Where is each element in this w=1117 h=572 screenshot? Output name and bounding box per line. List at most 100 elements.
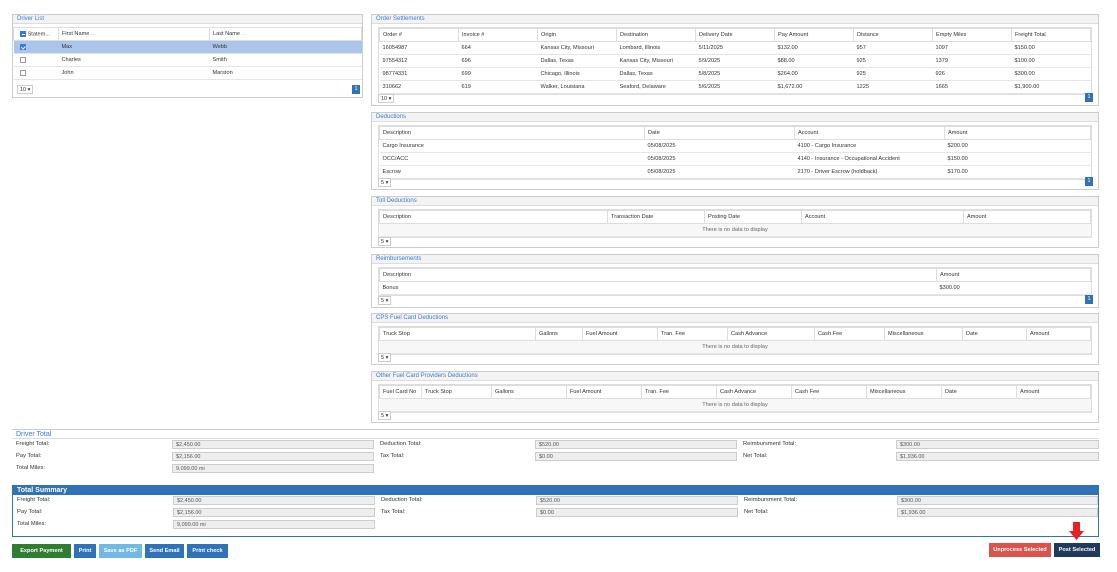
- page-button[interactable]: 1: [1085, 295, 1093, 304]
- page-size-select[interactable]: 5 ▾: [378, 237, 392, 246]
- table-row[interactable]: Escrow 05/08/2025 2170 - Driver Escrow (ho…: [379, 165, 1091, 179]
- column-header[interactable]: Truck Stop: [379, 327, 536, 341]
- page-size-value: 10: [20, 87, 27, 93]
- send-email-button[interactable]: Send Email: [145, 544, 184, 558]
- column-header[interactable]: Invoice #: [458, 28, 538, 42]
- column-header[interactable]: Amount: [1026, 327, 1091, 341]
- print-check-button[interactable]: Print check: [187, 544, 228, 558]
- column-header[interactable]: Description: [379, 126, 645, 140]
- table-row[interactable]: 98774331 699 Chicago, Illinois Dallas, Texa…: [379, 67, 1091, 81]
- column-header[interactable]: Tran. Fee: [641, 385, 717, 399]
- deductions-title: Deductions: [372, 113, 1098, 122]
- table-row[interactable]: OCC/ACC 05/08/2025 4140 - Insurance - Occu…: [379, 152, 1091, 166]
- table-row[interactable]: 97554312 696 Dallas, Texas Kansas City, Mis…: [379, 54, 1091, 68]
- export-payment-list-button[interactable]: Export Payment List: [12, 544, 71, 568]
- page-button[interactable]: 1: [1085, 177, 1093, 186]
- column-header[interactable]: Description: [379, 210, 608, 224]
- page-size-select[interactable]: 5 ▾: [378, 411, 392, 420]
- table-row[interactable]: 16054987 664 Kansas City, Missouri Lombard,…: [379, 41, 1091, 55]
- table-cell: 2170 - Driver Escrow (holdback): [794, 165, 945, 179]
- pay-total-label: Pay Total:: [17, 509, 43, 515]
- table-cell: $170.00: [944, 165, 1091, 179]
- select-all-checkbox[interactable]: [20, 30, 26, 37]
- table-row[interactable]: Cargo Insurance 05/08/2025 4100 - Cargo In…: [379, 139, 1091, 153]
- table-cell: 1379: [932, 54, 1012, 68]
- pay-total-value: $2,156.00: [172, 452, 374, 461]
- row-checkbox[interactable]: [19, 56, 26, 63]
- column-header[interactable]: Cash Fee: [791, 385, 867, 399]
- page-button[interactable]: 1: [352, 85, 360, 94]
- table-cell: $264.00: [774, 67, 854, 81]
- post-selected-button[interactable]: Post Selected: [1054, 543, 1100, 557]
- column-header[interactable]: Amount: [1016, 385, 1091, 399]
- column-header[interactable]: Order #: [379, 28, 459, 42]
- column-header[interactable]: Distance: [853, 28, 933, 42]
- table-cell: Lombard, Illinois: [616, 41, 696, 55]
- column-header[interactable]: Gallons: [535, 327, 583, 341]
- reimbursement-total-value: $300.00: [897, 496, 1098, 505]
- column-header[interactable]: Destination: [616, 28, 696, 42]
- column-header[interactable]: Tran. Fee: [657, 327, 728, 341]
- column-header[interactable]: Miscellaneous: [866, 385, 942, 399]
- column-header[interactable]: Date: [941, 385, 1017, 399]
- row-checkbox[interactable]: [19, 69, 26, 76]
- table-row[interactable]: Bonus $300.00: [379, 281, 1091, 295]
- column-header[interactable]: Amount: [944, 126, 1091, 140]
- select-all-header[interactable]: Statem...: [13, 27, 59, 41]
- column-header[interactable]: Cash Fee: [814, 327, 885, 341]
- page-size-select[interactable]: 5 ▾: [378, 353, 392, 362]
- table-cell: 1097: [932, 41, 1012, 55]
- save-as-pdf-button[interactable]: Save as PDF: [99, 544, 142, 558]
- column-header[interactable]: Date: [962, 327, 1027, 341]
- column-header[interactable]: Posting Date: [704, 210, 802, 224]
- table-cell: 4100 - Cargo Insurance: [794, 139, 945, 153]
- pay-total-value: $2,156.00: [173, 508, 375, 517]
- page-size-select[interactable]: 5 ▾: [378, 296, 392, 305]
- column-header[interactable]: Cash Advance: [716, 385, 792, 399]
- table-row[interactable]: 310662 619 Walker, Louisiana Seaford, Delaw…: [379, 80, 1091, 94]
- column-header[interactable]: Delivery Date: [695, 28, 775, 42]
- col-first-name[interactable]: First Name …: [58, 27, 210, 41]
- column-header[interactable]: Description: [379, 268, 937, 282]
- deductions-grid: Description Date Account Amount Cargo Insur…: [378, 125, 1092, 180]
- table-row[interactable]: John Marston: [13, 66, 362, 80]
- unprocess-selected-button[interactable]: Unprocess Selected: [989, 543, 1051, 557]
- column-header[interactable]: Gallons: [491, 385, 567, 399]
- table-cell: 05/08/2025: [644, 165, 795, 179]
- last-name-cell: Webb: [209, 40, 362, 54]
- table-row[interactable]: Charles Smith: [13, 53, 362, 67]
- column-header[interactable]: Origin: [537, 28, 617, 42]
- column-header[interactable]: Truck Stop: [421, 385, 492, 399]
- column-header[interactable]: Fuel Amount: [566, 385, 642, 399]
- column-header[interactable]: Amount: [963, 210, 1091, 224]
- column-header[interactable]: Pay Amount: [774, 28, 854, 42]
- column-header[interactable]: Freight Total: [1011, 28, 1091, 42]
- col-last-name[interactable]: Last Name …: [209, 27, 362, 41]
- tax-total-value: $0.00: [535, 452, 737, 461]
- print-button[interactable]: Print: [74, 544, 96, 558]
- table-cell: Bonus: [379, 281, 937, 295]
- column-header[interactable]: Cash Advance: [727, 327, 815, 341]
- reimbursements-title: Reimbursements: [372, 255, 1098, 264]
- page-size-value: 10: [381, 96, 388, 102]
- column-header[interactable]: Transaction Date: [607, 210, 705, 224]
- page-button[interactable]: 1: [1085, 93, 1093, 102]
- row-checkbox[interactable]: [19, 43, 26, 50]
- page-size-select[interactable]: 5 ▾: [378, 178, 392, 187]
- column-header[interactable]: Account: [801, 210, 964, 224]
- column-header[interactable]: Account: [794, 126, 945, 140]
- no-data-message: There is no data to display: [379, 223, 1091, 237]
- page-size-select[interactable]: 10 ▾: [17, 85, 34, 94]
- table-row[interactable]: Max Webb: [13, 40, 362, 54]
- column-header[interactable]: Fuel Card No: [379, 385, 422, 399]
- tax-total-label: Tax Total:: [381, 509, 406, 515]
- column-header[interactable]: Amount: [936, 268, 1091, 282]
- column-header[interactable]: Date: [644, 126, 795, 140]
- column-header[interactable]: Miscellaneous: [884, 327, 963, 341]
- arrow-down-icon: [1069, 522, 1084, 540]
- column-header[interactable]: Fuel Amount: [582, 327, 658, 341]
- col-statement: Statem...: [27, 31, 50, 38]
- column-header[interactable]: Empty Miles: [932, 28, 1012, 42]
- table-cell: 926: [932, 67, 1012, 81]
- page-size-select[interactable]: 10 ▾: [378, 94, 395, 103]
